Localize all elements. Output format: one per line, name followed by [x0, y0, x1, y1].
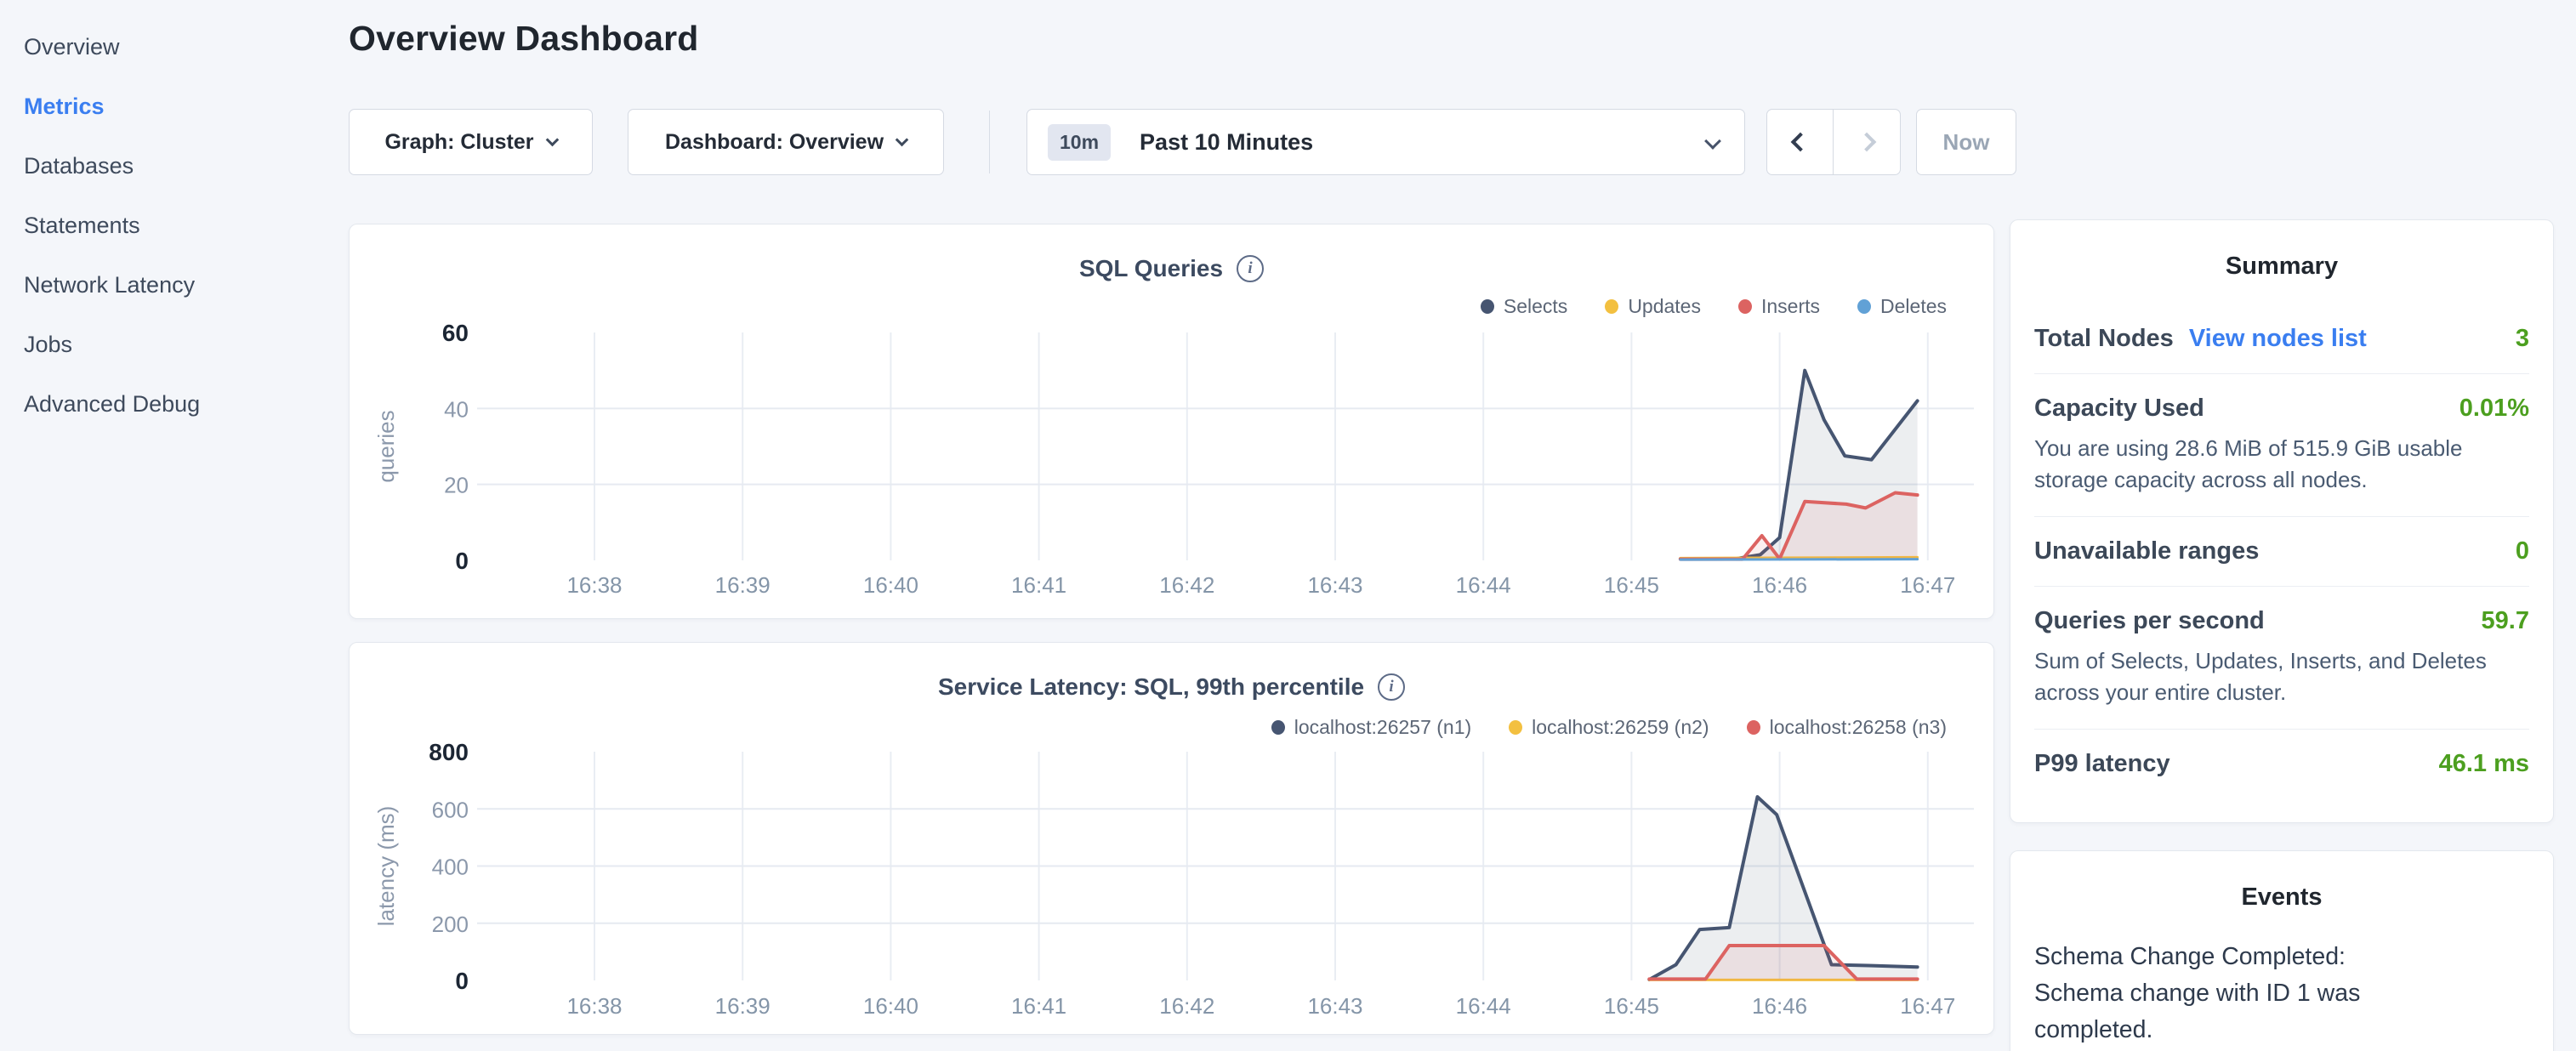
- chevron-down-icon: [545, 133, 559, 146]
- service-latency-chart-card: Service Latency: SQL, 99th percentile i …: [349, 642, 1994, 1035]
- svg-text:16:47: 16:47: [1900, 572, 1955, 598]
- divider: [2034, 586, 2529, 587]
- events-panel: Events Schema Change Completed: Schema c…: [2010, 850, 2554, 1051]
- summary-value: 59.7: [2482, 607, 2529, 635]
- dashboard-dropdown-label: Dashboard: Overview: [665, 130, 884, 155]
- summary-panel: Summary Total Nodes View nodes list 3 Ca…: [2010, 219, 2554, 823]
- graph-dropdown-label: Graph: Cluster: [384, 130, 533, 155]
- summary-row-unavailable-ranges: Unavailable ranges 0: [2034, 537, 2529, 565]
- svg-text:16:45: 16:45: [1604, 993, 1659, 1019]
- summary-row-p99-latency: P99 latency 46.1 ms: [2034, 750, 2529, 778]
- summary-label: P99 latency: [2034, 750, 2170, 778]
- divider: [989, 111, 990, 173]
- sidebar-item-jobs[interactable]: Jobs: [24, 315, 340, 374]
- svg-text:16:41: 16:41: [1011, 993, 1066, 1019]
- summary-value: 0.01%: [2459, 395, 2529, 423]
- summary-label: Queries per second: [2034, 607, 2265, 635]
- sidebar-item-metrics[interactable]: Metrics: [24, 77, 340, 136]
- svg-text:16:41: 16:41: [1011, 572, 1066, 598]
- svg-text:16:42: 16:42: [1159, 993, 1214, 1019]
- service-latency-chart[interactable]: 16:38 16:39 16:40 16:41 16:42 16:43 16:44 16:45…: [350, 643, 1995, 1036]
- events-title: Events: [2034, 883, 2529, 912]
- divider: [2034, 729, 2529, 730]
- sidebar-item-advanced-debug[interactable]: Advanced Debug: [24, 374, 340, 434]
- svg-text:40: 40: [444, 396, 469, 422]
- controls-bar: Graph: Cluster Dashboard: Overview 10m P…: [349, 109, 1994, 175]
- svg-text:0: 0: [455, 548, 469, 574]
- svg-text:queries: queries: [373, 410, 399, 482]
- chevron-right-icon: [1857, 133, 1877, 152]
- svg-text:16:47: 16:47: [1900, 993, 1955, 1019]
- svg-text:16:38: 16:38: [566, 572, 622, 598]
- time-range-selector[interactable]: 10m Past 10 Minutes: [1026, 109, 1745, 175]
- time-range-badge: 10m: [1048, 124, 1111, 161]
- chevron-down-icon: [1704, 133, 1721, 150]
- divider: [2034, 516, 2529, 517]
- time-step-buttons: [1766, 109, 1901, 175]
- svg-text:200: 200: [432, 912, 469, 937]
- svg-text:16:40: 16:40: [863, 572, 918, 598]
- svg-text:60: 60: [442, 320, 469, 346]
- summary-description: Sum of Selects, Updates, Inserts, and De…: [2034, 645, 2534, 708]
- chevron-left-icon: [1790, 133, 1810, 152]
- summary-label: Total Nodes: [2034, 325, 2174, 353]
- summary-title: Summary: [2034, 253, 2529, 281]
- svg-text:16:39: 16:39: [715, 572, 771, 598]
- summary-label: Unavailable ranges: [2034, 537, 2259, 565]
- dashboard-dropdown[interactable]: Dashboard: Overview: [628, 109, 944, 175]
- view-nodes-list-link[interactable]: View nodes list: [2189, 325, 2367, 353]
- svg-text:800: 800: [429, 739, 469, 765]
- svg-text:0: 0: [455, 968, 469, 994]
- svg-text:400: 400: [432, 855, 469, 880]
- chevron-down-icon: [896, 133, 909, 146]
- now-button[interactable]: Now: [1916, 109, 2016, 175]
- page-title: Overview Dashboard: [349, 19, 698, 59]
- svg-text:16:46: 16:46: [1752, 993, 1807, 1019]
- sql-queries-chart-card: SQL Queries i SelectsUpdatesInsertsDelet…: [349, 224, 1994, 619]
- event-message[interactable]: Schema Change Completed: Schema change w…: [2034, 939, 2434, 1048]
- svg-text:600: 600: [432, 797, 469, 822]
- svg-text:16:44: 16:44: [1456, 993, 1511, 1019]
- svg-text:16:46: 16:46: [1752, 572, 1807, 598]
- svg-text:16:45: 16:45: [1604, 572, 1659, 598]
- svg-text:16:43: 16:43: [1307, 572, 1362, 598]
- svg-text:latency (ms): latency (ms): [373, 806, 399, 927]
- svg-text:16:43: 16:43: [1307, 993, 1362, 1019]
- divider: [2034, 373, 2529, 374]
- svg-text:16:38: 16:38: [566, 993, 622, 1019]
- svg-text:20: 20: [444, 473, 469, 498]
- svg-text:16:42: 16:42: [1159, 572, 1214, 598]
- summary-label: Capacity Used: [2034, 395, 2204, 423]
- summary-value: 0: [2516, 537, 2529, 565]
- summary-row-queries-per-second: Queries per second 59.7: [2034, 607, 2529, 635]
- svg-text:16:39: 16:39: [715, 993, 771, 1019]
- svg-text:16:44: 16:44: [1456, 572, 1511, 598]
- time-back-button[interactable]: [1766, 109, 1834, 175]
- sidebar-item-network-latency[interactable]: Network Latency: [24, 255, 340, 315]
- summary-value: 3: [2516, 325, 2529, 353]
- sidebar-item-statements[interactable]: Statements: [24, 196, 340, 255]
- sidebar: Overview Metrics Databases Statements Ne…: [0, 0, 340, 1051]
- summary-row-total-nodes: Total Nodes View nodes list 3: [2034, 325, 2529, 353]
- summary-value: 46.1 ms: [2439, 750, 2529, 778]
- sql-queries-chart[interactable]: 16:38 16:39 16:40 16:41 16:42 16:43 16:44 16:45…: [350, 224, 1995, 620]
- time-range-label: Past 10 Minutes: [1140, 129, 1313, 156]
- sidebar-item-databases[interactable]: Databases: [24, 136, 340, 196]
- svg-text:16:40: 16:40: [863, 993, 918, 1019]
- time-forward-button[interactable]: [1834, 109, 1901, 175]
- graph-dropdown[interactable]: Graph: Cluster: [349, 109, 593, 175]
- summary-row-capacity-used: Capacity Used 0.01%: [2034, 395, 2529, 423]
- summary-description: You are using 28.6 MiB of 515.9 GiB usab…: [2034, 433, 2534, 496]
- sidebar-item-overview[interactable]: Overview: [24, 17, 340, 77]
